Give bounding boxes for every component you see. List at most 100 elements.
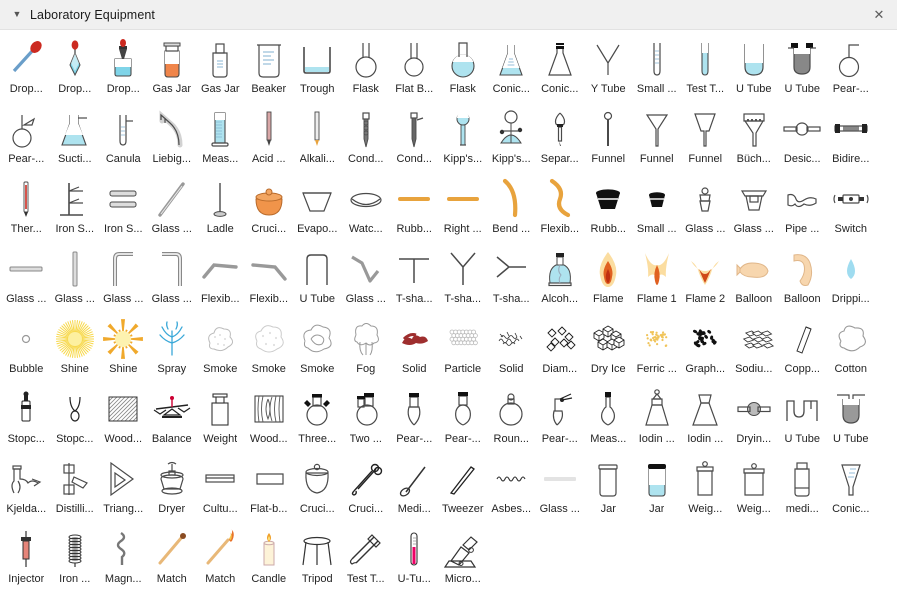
stencil-item[interactable]: U Tube xyxy=(827,382,876,452)
stencil-item[interactable]: Pear-... xyxy=(439,382,488,452)
stencil-item[interactable]: Spray xyxy=(148,312,197,382)
stencil-item[interactable]: Magn... xyxy=(99,522,148,592)
stencil-item[interactable]: Pear-... xyxy=(827,32,876,102)
stencil-item[interactable]: Flask xyxy=(439,32,488,102)
stencil-item[interactable]: Flexib... xyxy=(245,242,294,312)
stencil-item[interactable]: Desic... xyxy=(778,102,827,172)
stencil-item[interactable]: Flat-b... xyxy=(245,452,294,522)
stencil-item[interactable]: Right ... xyxy=(439,172,488,242)
stencil-item[interactable]: Bidire... xyxy=(827,102,876,172)
stencil-item[interactable]: Glass ... xyxy=(342,242,391,312)
stencil-item[interactable]: Test T... xyxy=(681,32,730,102)
stencil-item[interactable]: Dry Ice xyxy=(584,312,633,382)
stencil-item[interactable]: Beaker xyxy=(245,32,294,102)
stencil-item[interactable]: Sucti... xyxy=(51,102,100,172)
stencil-item[interactable]: Kipp's... xyxy=(439,102,488,172)
stencil-item[interactable]: Glass ... xyxy=(99,242,148,312)
stencil-item[interactable]: Y Tube xyxy=(584,32,633,102)
stencil-item[interactable]: Switch xyxy=(827,172,876,242)
stencil-item[interactable]: Conic... xyxy=(536,32,585,102)
stencil-item[interactable]: Conic... xyxy=(827,452,876,522)
stencil-item[interactable]: Cond... xyxy=(342,102,391,172)
stencil-item[interactable]: Drippi... xyxy=(827,242,876,312)
stencil-item[interactable]: Iron S... xyxy=(99,172,148,242)
stencil-item[interactable]: Diam... xyxy=(536,312,585,382)
stencil-item[interactable]: Three... xyxy=(293,382,342,452)
stencil-item[interactable]: Glass ... xyxy=(681,172,730,242)
stencil-item[interactable]: Solid xyxy=(487,312,536,382)
stencil-item[interactable]: Watc... xyxy=(342,172,391,242)
stencil-item[interactable]: Smoke xyxy=(245,312,294,382)
stencil-item[interactable]: Test T... xyxy=(342,522,391,592)
stencil-item[interactable]: Weig... xyxy=(681,452,730,522)
stencil-item[interactable]: Meas... xyxy=(584,382,633,452)
stencil-item[interactable]: Ferric ... xyxy=(633,312,682,382)
stencil-item[interactable]: Glass ... xyxy=(730,172,779,242)
stencil-item[interactable]: Weig... xyxy=(730,452,779,522)
stencil-item[interactable]: Funnel xyxy=(633,102,682,172)
stencil-item[interactable]: Two ... xyxy=(342,382,391,452)
stencil-item[interactable]: Solid xyxy=(390,312,439,382)
stencil-item[interactable]: Flexib... xyxy=(196,242,245,312)
stencil-item[interactable]: Iodin ... xyxy=(681,382,730,452)
stencil-item[interactable]: Jar xyxy=(584,452,633,522)
stencil-item[interactable]: Canula xyxy=(99,102,148,172)
stencil-item[interactable]: Stopc... xyxy=(51,382,100,452)
stencil-item[interactable]: Pear-... xyxy=(2,102,51,172)
stencil-item[interactable]: T-sha... xyxy=(439,242,488,312)
stencil-item[interactable]: Tripod xyxy=(293,522,342,592)
stencil-item[interactable]: U Tube xyxy=(730,32,779,102)
stencil-item[interactable]: Cotton xyxy=(827,312,876,382)
stencil-item[interactable]: Injector xyxy=(2,522,51,592)
stencil-item[interactable]: Shine xyxy=(51,312,100,382)
stencil-item[interactable]: Conic... xyxy=(487,32,536,102)
stencil-item[interactable]: Wood... xyxy=(99,382,148,452)
stencil-item[interactable]: Gas Jar xyxy=(148,32,197,102)
stencil-item[interactable]: Iron S... xyxy=(51,172,100,242)
stencil-item[interactable]: Micro... xyxy=(439,522,488,592)
stencil-item[interactable]: Alcoh... xyxy=(536,242,585,312)
stencil-item[interactable]: Glass ... xyxy=(148,242,197,312)
stencil-item[interactable]: Flexib... xyxy=(536,172,585,242)
stencil-item[interactable]: Cruci... xyxy=(245,172,294,242)
stencil-item[interactable]: Drop... xyxy=(2,32,51,102)
stencil-item[interactable]: Small ... xyxy=(633,32,682,102)
stencil-item[interactable]: Drop... xyxy=(99,32,148,102)
stencil-item[interactable]: Jar xyxy=(633,452,682,522)
stencil-item[interactable]: Distilli... xyxy=(51,452,100,522)
stencil-item[interactable]: Medi... xyxy=(390,452,439,522)
stencil-item[interactable]: Trough xyxy=(293,32,342,102)
stencil-item[interactable]: Cruci... xyxy=(342,452,391,522)
stencil-item[interactable]: Dryer xyxy=(148,452,197,522)
stencil-item[interactable]: Glass ... xyxy=(536,452,585,522)
stencil-item[interactable]: Acid ... xyxy=(245,102,294,172)
stencil-item[interactable]: Triang... xyxy=(99,452,148,522)
stencil-item[interactable]: Glass ... xyxy=(148,172,197,242)
stencil-item[interactable]: Iron ... xyxy=(51,522,100,592)
stencil-item[interactable]: Cond... xyxy=(390,102,439,172)
stencil-item[interactable]: Dryin... xyxy=(730,382,779,452)
stencil-item[interactable]: U-Tu... xyxy=(390,522,439,592)
stencil-item[interactable]: Flame 2 xyxy=(681,242,730,312)
stencil-item[interactable]: Funnel xyxy=(584,102,633,172)
stencil-item[interactable]: Rubb... xyxy=(390,172,439,242)
stencil-item[interactable]: U Tube xyxy=(778,32,827,102)
stencil-item[interactable]: Smoke xyxy=(293,312,342,382)
stencil-item[interactable]: Glass ... xyxy=(2,242,51,312)
stencil-item[interactable]: Drop... xyxy=(51,32,100,102)
stencil-item[interactable]: Fog xyxy=(342,312,391,382)
stencil-item[interactable]: Alkali... xyxy=(293,102,342,172)
stencil-item[interactable]: Stopc... xyxy=(2,382,51,452)
stencil-item[interactable]: Balance xyxy=(148,382,197,452)
stencil-item[interactable]: Evapo... xyxy=(293,172,342,242)
stencil-item[interactable]: Shine xyxy=(99,312,148,382)
stencil-item[interactable]: T-sha... xyxy=(487,242,536,312)
stencil-item[interactable]: Flame 1 xyxy=(633,242,682,312)
stencil-item[interactable]: Smoke xyxy=(196,312,245,382)
stencil-item[interactable]: Pear-... xyxy=(536,382,585,452)
stencil-item[interactable]: U Tube xyxy=(778,382,827,452)
stencil-item[interactable]: Sodiu... xyxy=(730,312,779,382)
stencil-item[interactable]: Meas... xyxy=(196,102,245,172)
stencil-item[interactable]: Flame xyxy=(584,242,633,312)
stencil-item[interactable]: Balloon xyxy=(730,242,779,312)
